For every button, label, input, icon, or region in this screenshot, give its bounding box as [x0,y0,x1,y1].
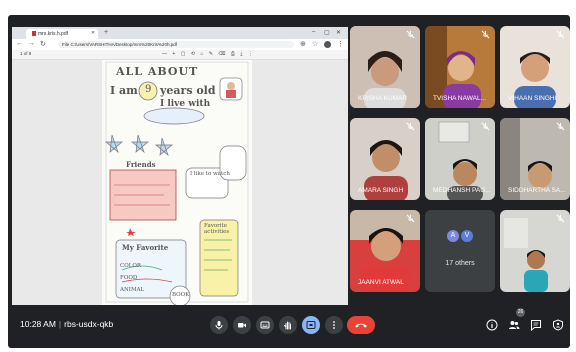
zoom-icon[interactable]: ⊕ [300,40,306,48]
participant-name: MEDHANSH PAG... [433,187,491,194]
participant-name: VIHAAN SINGHI [508,95,557,102]
leave-call-button[interactable] [347,316,375,334]
worksheet-i-am: I am [110,84,138,97]
chat-icon[interactable] [530,319,542,331]
tab-title: mrs.kris.h.pdf [38,31,69,37]
address-row: ← → ↻ File C:/Users/VARSHITHA/Desktop/mr… [12,39,348,50]
worksheet-friends: Friends [126,160,156,169]
reload-icon[interactable]: ↻ [40,40,46,48]
worksheet-live-with: I live with [160,99,211,109]
more-options-button[interactable] [325,316,343,334]
address-bar[interactable]: File C:/Users/VARSHITHA/Desktop/mrs%20Kr… [58,41,294,48]
participant-name: JAANVI ATWAL [358,279,404,286]
muted-mic-icon [406,30,415,39]
participant-name: AMARA SINGH [358,187,404,194]
meeting-code[interactable]: rbs-usdx-qkb [64,319,113,329]
worksheet-color: COLOR [120,263,142,269]
host-controls-icon[interactable] [552,319,564,331]
microphone-icon [215,321,223,330]
pdf-toolbar: 1 of 8 — + ▢ ⟲ ⌂ ✎ ⌫ ⎙ ⤓ ⋮ [12,50,348,60]
worksheet-book: BOOK [172,292,190,298]
muted-mic-icon [556,214,565,223]
worksheet-page: ALL ABOUT I am 9 years old I live with F… [102,60,252,305]
others-avatar-a: A [447,230,459,242]
captions-icon [260,321,270,329]
profile-icon[interactable] [324,41,331,48]
browser-tab-strip: mrs.kris.h.pdf ✕ + – ▢ ✕ [12,27,348,39]
meeting-info: 10:28 AM | rbs-usdx-qkb [20,319,113,329]
muted-mic-icon [406,122,415,131]
others-avatar-v: V [461,230,473,242]
participant-tile[interactable]: SIDDHARTHA SA... [500,118,570,200]
pdf-page-indicator: 1 of 8 [20,51,32,56]
participant-tile[interactable]: MEDHANSH PAG... [425,118,495,200]
raise-hand-button[interactable] [279,316,297,334]
worksheet-animal: ANIMAL [120,287,145,293]
participant-tile[interactable]: JAANVI ATWAL [350,210,420,292]
pdf-icon [32,31,36,37]
browser-tab[interactable]: mrs.kris.h.pdf [26,29,98,39]
participant-tile[interactable]: VIHAAN SINGHI [500,26,570,108]
hand-icon [284,321,291,330]
more-vert-icon [333,321,335,329]
worksheet-favorite-activities: Favorite activities [204,223,230,235]
worksheet-years-old: years old [160,84,216,97]
participant-name: KRISHA KUMAR [358,95,408,102]
close-window-icon[interactable]: ✕ [336,29,341,36]
meet-window: mrs.kris.h.pdf ✕ + – ▢ ✕ ← → ↻ File C:/U… [8,15,570,348]
captions-button[interactable] [256,316,274,334]
minimize-icon[interactable]: – [312,29,315,35]
participant-name: SIDDHARTHA SA... [508,187,566,194]
maximize-icon[interactable]: ▢ [324,29,330,36]
camera-button[interactable] [233,316,251,334]
clock-time: 10:28 AM [20,319,56,329]
people-icon[interactable] [508,319,520,331]
worksheet-food: FOOD [120,275,138,281]
forward-icon[interactable]: → [28,40,35,47]
end-call-icon [355,323,367,328]
worksheet-my-favorite: My Favorite [122,243,169,252]
participant-tile[interactable] [500,210,570,292]
muted-mic-icon [556,122,565,131]
present-button[interactable] [302,316,320,334]
others-count: 17 others [445,260,475,267]
participant-name: TVISHA NAWAL... [433,95,486,102]
close-tab-icon[interactable]: ✕ [91,30,95,36]
participant-tile[interactable]: TVISHA NAWAL... [425,26,495,108]
pdf-viewer: ALL ABOUT I am 9 years old I live with F… [12,60,348,305]
others-tile[interactable]: A V 17 others [425,210,495,292]
pdf-tool-icons[interactable]: — + ▢ ⟲ ⌂ ✎ ⌫ ⎙ ⤓ ⋮ [162,51,255,57]
worksheet-i-like: I like to watch [190,171,230,177]
menu-icon[interactable]: ⋮ [337,40,344,48]
microphone-button[interactable] [210,316,228,334]
camera-icon [238,323,246,328]
worksheet-age: 9 [145,84,152,95]
info-icon[interactable] [486,319,498,331]
back-icon[interactable]: ← [16,40,23,47]
divider: | [58,319,62,329]
new-tab-icon[interactable]: + [104,29,108,36]
muted-mic-icon [406,214,415,223]
muted-mic-icon [556,30,565,39]
star-icon[interactable]: ☆ [312,40,318,48]
present-screen-icon [306,321,316,329]
muted-mic-icon [481,30,490,39]
participant-tile[interactable]: AMARA SINGH [350,118,420,200]
muted-mic-icon [481,122,490,131]
participant-tile[interactable]: KRISHA KUMAR [350,26,420,108]
presentation-area: mrs.kris.h.pdf ✕ + – ▢ ✕ ← → ↻ File C:/U… [12,27,348,305]
worksheet-title: ALL ABOUT [116,65,199,78]
participant-count-badge: 26 [516,308,525,317]
